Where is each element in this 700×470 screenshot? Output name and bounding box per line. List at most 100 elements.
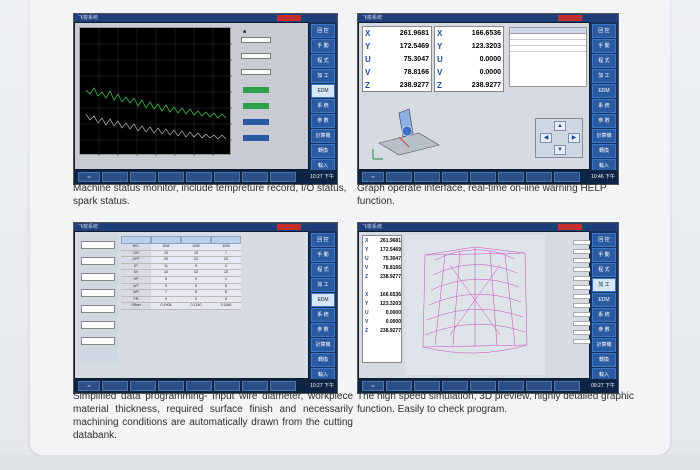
back-button[interactable]: ⇦ <box>78 172 100 182</box>
table-cell: 0.1240 <box>181 303 211 310</box>
coord-row: Z 238.9277 <box>365 274 401 282</box>
soft-key[interactable] <box>470 172 496 182</box>
arrow-left-icon[interactable]: ◀ <box>540 133 552 143</box>
menu-button[interactable]: 回 控 <box>592 24 616 38</box>
soft-key[interactable] <box>186 172 212 182</box>
arrow-down-icon[interactable]: ▼ <box>554 145 566 155</box>
menu-button[interactable]: 加 工 <box>592 278 616 292</box>
soft-key[interactable] <box>414 172 440 182</box>
soft-key[interactable] <box>214 172 240 182</box>
param-field[interactable] <box>81 305 115 313</box>
menu-button[interactable]: 参 數 <box>592 323 616 337</box>
menu-button[interactable]: 轉換 <box>592 144 616 158</box>
menu-button[interactable]: 回 控 <box>311 24 335 38</box>
axis-value: 261.9681 <box>399 30 429 37</box>
table-cell: ON <box>121 250 151 258</box>
param-field[interactable] <box>81 273 115 281</box>
menu-button[interactable]: 参 數 <box>311 323 335 337</box>
coord-row: Y 172.5469 <box>365 247 401 255</box>
mini-input[interactable] <box>241 69 271 75</box>
temperature-plot-svg <box>80 28 232 156</box>
arrow-up-icon[interactable]: ▲ <box>554 121 566 131</box>
menu-button[interactable]: 系 統 <box>592 99 616 113</box>
menu-button[interactable]: 加 工 <box>311 69 335 83</box>
table-cell: OFF <box>121 257 151 264</box>
menu-button[interactable]: 参 數 <box>592 114 616 128</box>
table-row: HP 5 9 1 <box>121 276 241 284</box>
table-cell: 10 <box>151 250 181 258</box>
axis-value: 75.3047 <box>382 256 401 262</box>
menu-button[interactable]: 系 統 <box>311 308 335 322</box>
table-cell: 8 <box>211 296 241 304</box>
menu-button[interactable]: 手 動 <box>311 39 335 53</box>
right-menu: 回 控 手 動 程 式 加 工 EDM 系 統 参 數 計算機 轉換 輸入 <box>309 231 337 382</box>
menu-button[interactable]: 系 統 <box>592 308 616 322</box>
soft-key[interactable] <box>130 172 156 182</box>
soft-key[interactable] <box>526 172 552 182</box>
soft-key[interactable] <box>554 172 580 182</box>
soft-key[interactable] <box>270 172 296 182</box>
coord-row: U 75.3047 <box>365 256 401 264</box>
menu-button[interactable]: 程 式 <box>311 263 335 277</box>
arrow-pad[interactable]: ▲ ◀ ▶ ▼ <box>535 118 583 158</box>
axis-label: Y <box>365 42 371 51</box>
menu-button[interactable]: 加 工 <box>311 278 335 292</box>
menu-button[interactable]: 系 統 <box>311 99 335 113</box>
menu-button[interactable]: EDM <box>592 293 616 307</box>
menu-button[interactable]: 程 式 <box>592 54 616 68</box>
coord-row: Y 123.3203 <box>365 301 401 309</box>
arrow-right-icon[interactable]: ▶ <box>568 133 580 143</box>
menu-button[interactable]: 計算機 <box>592 338 616 352</box>
soft-key[interactable] <box>242 172 268 182</box>
param-field[interactable] <box>81 337 115 345</box>
axis-label: Y <box>437 42 443 51</box>
back-button[interactable]: ⇦ <box>362 172 384 182</box>
menu-button[interactable]: 回 控 <box>592 233 616 247</box>
param-field[interactable] <box>81 241 115 249</box>
soft-key[interactable] <box>158 172 184 182</box>
soft-key[interactable] <box>442 172 468 182</box>
mini-input[interactable] <box>241 37 271 43</box>
coord-row: V 0.0000 <box>437 68 503 80</box>
coord-row: V 78.8166 <box>365 68 431 80</box>
menu-button[interactable]: 計算機 <box>592 129 616 143</box>
menu-button[interactable]: EDM <box>311 293 335 307</box>
menu-button[interactable]: 計算機 <box>311 338 335 352</box>
coord-readout: X 261.9681 Y 172.5469 U 75.3047 V 78.8166 Z 2… <box>362 235 402 363</box>
menu-button[interactable]: EDM <box>592 84 616 98</box>
menu-button[interactable]: 手 動 <box>311 248 335 262</box>
table-row: WP 7 8 6 <box>121 290 241 297</box>
menu-button[interactable]: 手 動 <box>592 39 616 53</box>
axis-value: 166.6536 <box>471 30 501 37</box>
menu-button[interactable]: 加 工 <box>592 69 616 83</box>
soft-key[interactable] <box>498 172 524 182</box>
menu-button[interactable]: 程 式 <box>311 54 335 68</box>
axis-value: 238.9277 <box>380 328 401 334</box>
clock: 10:27 下午 <box>310 174 334 180</box>
menu-button[interactable]: EDM <box>311 84 335 98</box>
coord-row: Z 238.9277 <box>365 328 401 336</box>
table-cell: 7 <box>151 290 181 297</box>
menu-button[interactable]: 参 數 <box>311 114 335 128</box>
mini-input[interactable] <box>241 53 271 59</box>
param-field[interactable] <box>81 289 115 297</box>
axis-label: X <box>365 29 371 38</box>
menu-button[interactable]: 轉換 <box>311 144 335 158</box>
soft-key[interactable] <box>386 172 412 182</box>
axis-label: U <box>365 55 371 64</box>
menu-button[interactable]: 計算機 <box>311 129 335 143</box>
menu-button[interactable]: 轉換 <box>592 353 616 367</box>
menu-button[interactable]: 轉換 <box>311 353 335 367</box>
param-field[interactable] <box>81 257 115 265</box>
axis-label: X <box>365 292 369 298</box>
stat-row <box>549 267 591 273</box>
soft-key[interactable] <box>102 172 128 182</box>
table-cell: 6 <box>211 290 241 297</box>
menu-button[interactable]: 手 動 <box>592 248 616 262</box>
axis-label: U <box>365 310 369 316</box>
coord-row: Z 238.9277 <box>437 81 503 93</box>
param-field[interactable] <box>81 321 115 329</box>
table-cell: 1/N3 <box>211 244 241 251</box>
menu-button[interactable]: 回 控 <box>311 233 335 247</box>
menu-button[interactable]: 程 式 <box>592 263 616 277</box>
